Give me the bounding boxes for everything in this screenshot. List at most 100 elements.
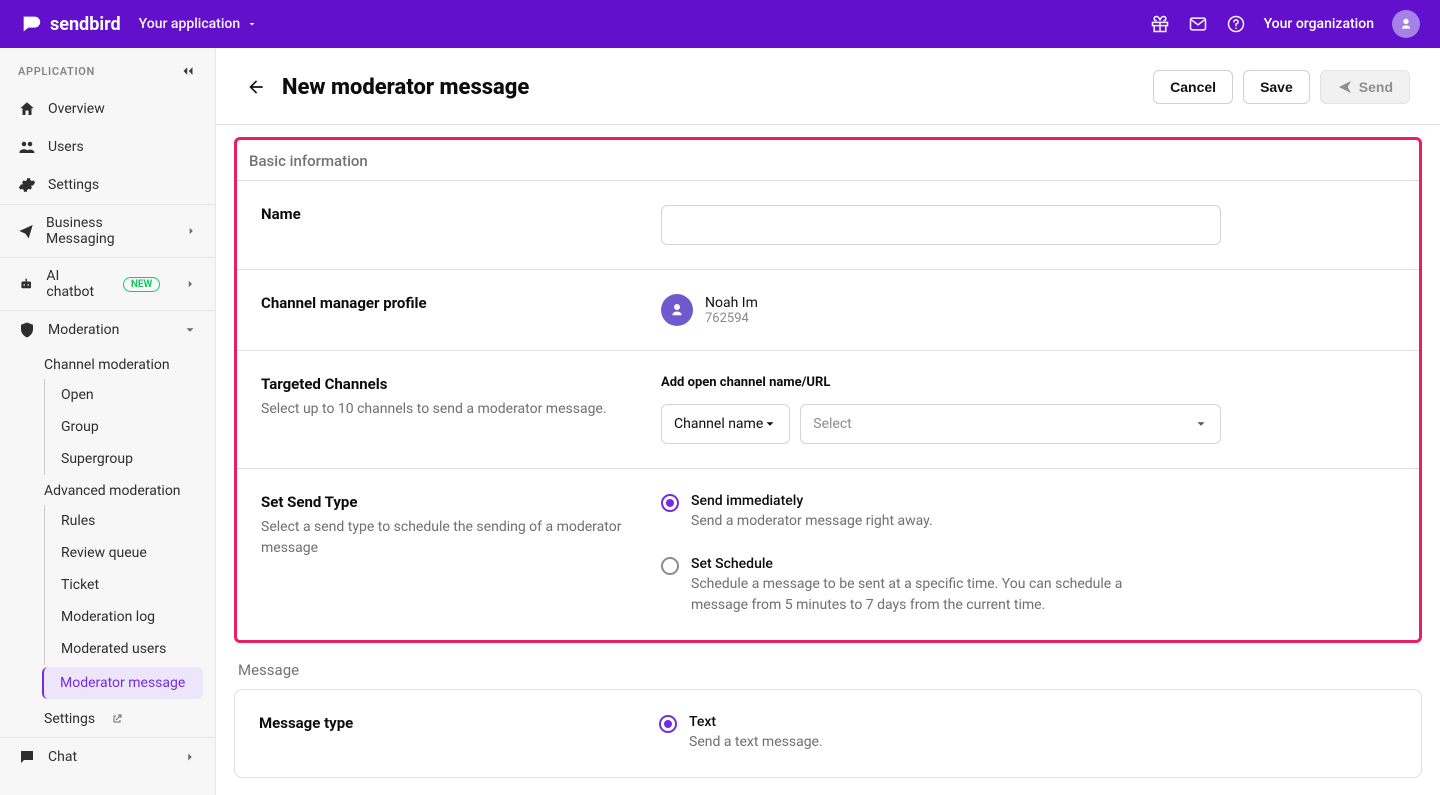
avatar-icon (661, 294, 693, 326)
sidebar-item-label: Moderation (48, 322, 119, 338)
select-placeholder: Select (813, 416, 851, 432)
sidebar-item-label: Business Messaging (46, 215, 161, 247)
sidebar-item-ai-chatbot[interactable]: AI chatbot NEW (0, 258, 215, 310)
sidebar-item-label: AI chatbot (46, 268, 104, 300)
sidebar-item-ticket[interactable]: Ticket (44, 569, 215, 601)
sidebar-item-users[interactable]: Users (0, 128, 215, 166)
back-button[interactable] (246, 77, 266, 97)
radio-send-immediately[interactable]: Send immediately Send a moderator messag… (661, 493, 1141, 532)
manager-id: 762594 (705, 311, 758, 326)
chevron-right-icon (184, 277, 197, 291)
send-icon (1337, 79, 1353, 95)
name-input[interactable] (661, 205, 1221, 245)
sidebar-item-supergroup[interactable]: Supergroup (44, 443, 215, 475)
gift-icon[interactable] (1150, 14, 1170, 34)
radio-label: Send immediately (691, 493, 933, 509)
row-message-type: Message type Text Send a text message. (235, 690, 1421, 777)
row-send-type: Set Send Type Select a send type to sche… (237, 469, 1419, 640)
row-targeted-channels: Targeted Channels Select up to 10 channe… (237, 351, 1419, 469)
gear-icon (18, 176, 36, 194)
sidebar-item-label: Overview (48, 101, 105, 117)
radio-label: Text (689, 714, 823, 730)
sidebar-item-business-messaging[interactable]: Business Messaging (0, 205, 215, 257)
top-bar: sendbird Your application Your organizat… (0, 0, 1440, 48)
sidebar-item-moderation-log[interactable]: Moderation log (44, 601, 215, 633)
radio-input[interactable] (661, 494, 679, 512)
field-label-targeted: Targeted Channels (261, 375, 637, 393)
basic-information-region: Basic information Name Channel manager p… (234, 137, 1422, 643)
sidebar-item-label: Chat (48, 749, 77, 765)
radio-set-schedule[interactable]: Set Schedule Schedule a message to be se… (661, 556, 1141, 616)
external-link-icon (111, 713, 123, 725)
sidebar-item-moderation[interactable]: Moderation (0, 311, 215, 349)
mail-icon[interactable] (1188, 14, 1208, 34)
application-picker[interactable]: Your application (139, 16, 259, 32)
radio-description: Schedule a message to be sent at a speci… (691, 574, 1141, 616)
radio-description: Send a text message. (689, 732, 823, 753)
sidebar-item-review-queue[interactable]: Review queue (44, 537, 215, 569)
targeted-right-title: Add open channel name/URL (661, 375, 1221, 390)
page-title: New moderator message (282, 75, 529, 100)
field-desc-send-type: Select a send type to schedule the sendi… (261, 517, 637, 559)
field-label-manager: Channel manager profile (261, 294, 637, 312)
channel-type-select[interactable]: Channel name (661, 404, 790, 444)
sidebar-item-label: Settings (44, 711, 95, 727)
send-button[interactable]: Send (1320, 70, 1410, 104)
main-content: New moderator message Cancel Save Send B… (216, 48, 1440, 795)
button-label: Cancel (1170, 79, 1216, 95)
save-button[interactable]: Save (1243, 70, 1310, 104)
sidebar-item-group[interactable]: Group (44, 411, 215, 443)
shield-icon (18, 321, 36, 339)
sidebar-subgroup-channel-moderation[interactable]: Channel moderation (0, 349, 215, 379)
home-icon (18, 100, 36, 118)
sidebar-item-moderator-message[interactable]: Moderator message (42, 667, 203, 699)
sidebar-item-moderated-users[interactable]: Moderated users (44, 633, 215, 665)
sidebar-section-label: APPLICATION (18, 65, 95, 78)
chevron-down-icon (183, 323, 197, 337)
sendbird-mark-icon (20, 13, 42, 35)
sidebar-item-rules[interactable]: Rules (44, 505, 215, 537)
chevron-down-icon (763, 417, 777, 431)
sidebar-item-moderation-settings[interactable]: Settings (0, 701, 215, 737)
field-label-name: Name (261, 205, 637, 223)
chevron-down-icon (246, 18, 258, 30)
sidebar-item-chat[interactable]: Chat (0, 738, 215, 776)
radio-description: Send a moderator message right away. (691, 511, 933, 532)
channel-select-combobox[interactable]: Select (800, 404, 1221, 444)
collapse-sidebar-button[interactable] (179, 62, 197, 80)
sidebar-subgroup-advanced-moderation[interactable]: Advanced moderation (0, 475, 215, 505)
manager-profile: Noah Im 762594 (661, 294, 1221, 326)
section-title-message: Message (238, 661, 1422, 679)
cancel-button[interactable]: Cancel (1153, 70, 1233, 104)
organization-label[interactable]: Your organization (1264, 16, 1374, 32)
chevron-right-icon (183, 750, 197, 764)
field-label-send-type: Set Send Type (261, 493, 637, 511)
brand-logo[interactable]: sendbird (20, 13, 121, 35)
users-icon (18, 138, 36, 156)
chevron-right-icon (185, 224, 197, 238)
select-value: Channel name (674, 416, 763, 432)
manager-name: Noah Im (705, 295, 758, 311)
sidebar-item-label: Users (48, 139, 84, 155)
new-badge: NEW (123, 277, 160, 292)
sidebar-item-open[interactable]: Open (44, 379, 215, 411)
sidebar-item-settings[interactable]: Settings (0, 166, 215, 204)
field-desc-targeted: Select up to 10 channels to send a moder… (261, 399, 637, 420)
message-card: Message type Text Send a text message. (234, 689, 1422, 778)
paper-plane-icon (18, 222, 34, 240)
sidebar: APPLICATION Overview Users Settings (0, 48, 216, 795)
row-channel-manager: Channel manager profile Noah Im 762594 (237, 270, 1419, 351)
section-title-basic: Basic information (237, 144, 1419, 170)
radio-message-text[interactable]: Text Send a text message. (659, 714, 1219, 753)
field-label-message-type: Message type (259, 714, 635, 732)
help-icon[interactable] (1226, 14, 1246, 34)
row-name: Name (237, 181, 1419, 270)
radio-label: Set Schedule (691, 556, 1141, 572)
user-avatar[interactable] (1392, 10, 1420, 38)
sidebar-item-label: Settings (48, 177, 99, 193)
sidebar-item-overview[interactable]: Overview (0, 90, 215, 128)
sidebar-nav: Overview Users Settings Business Messagi… (0, 90, 215, 776)
radio-input[interactable] (659, 715, 677, 733)
radio-input[interactable] (661, 557, 679, 575)
chat-icon (18, 748, 36, 766)
